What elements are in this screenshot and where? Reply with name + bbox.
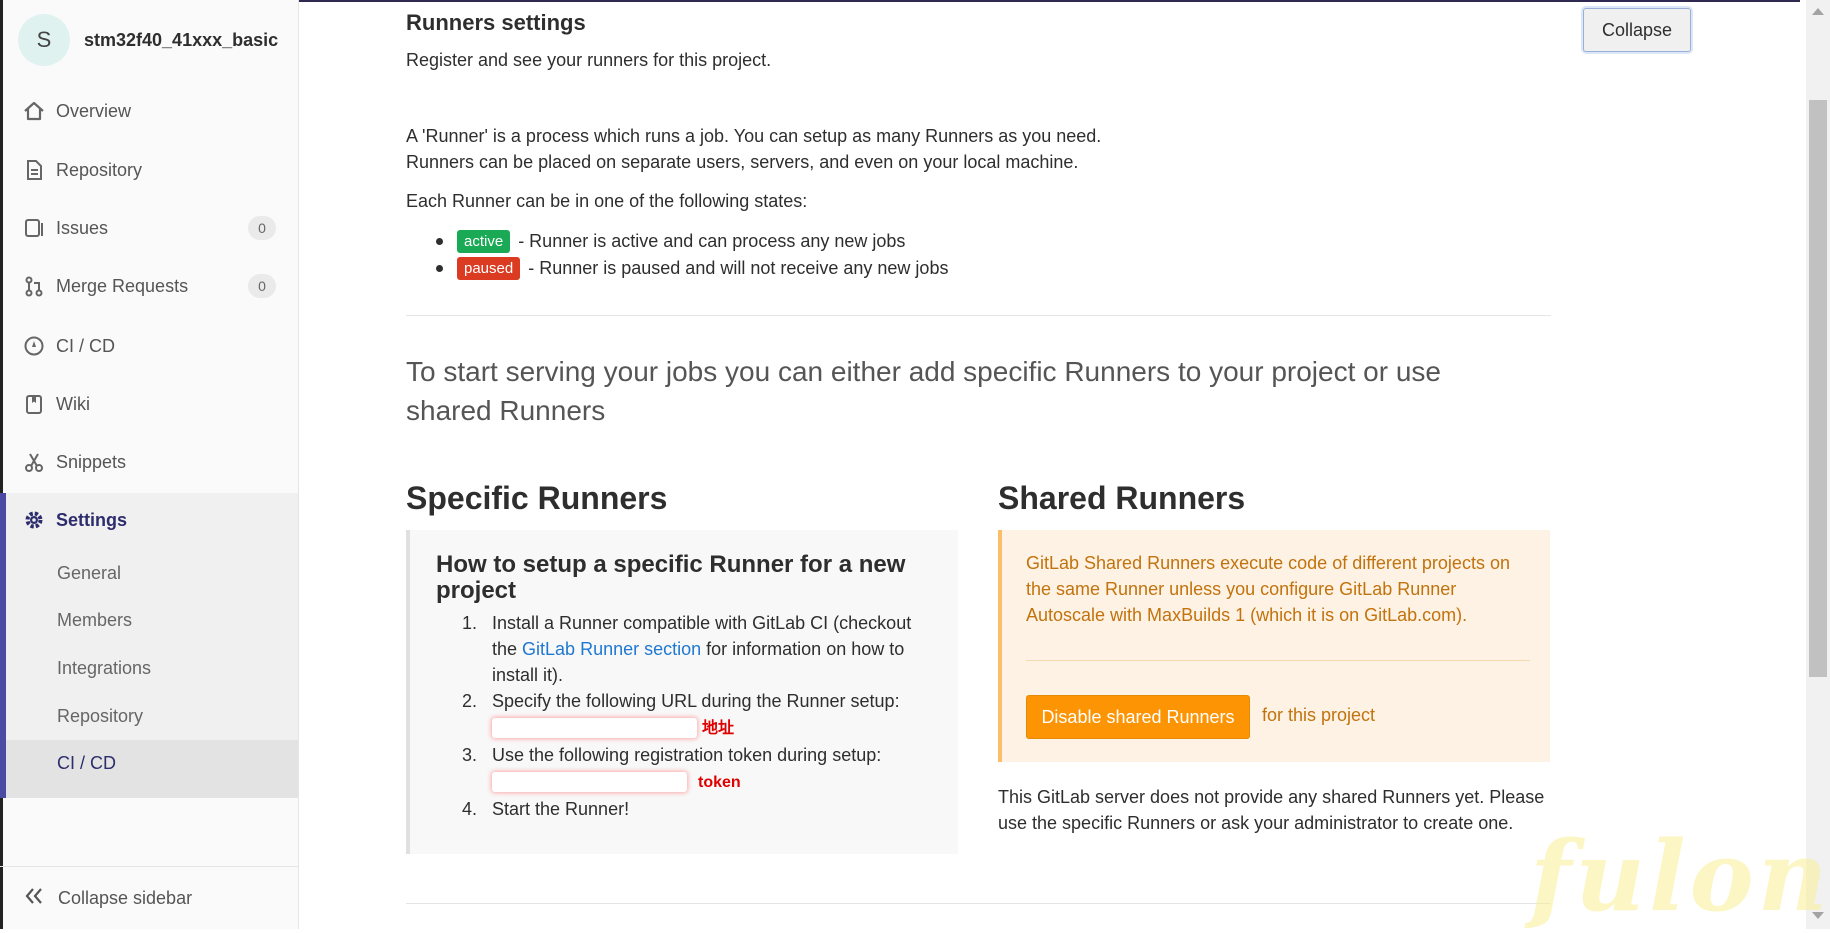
gitlab-runner-section-link[interactable]: GitLab Runner section <box>522 639 701 659</box>
section-title: Runners settings <box>406 10 586 35</box>
shared-runners-warning-box: GitLab Shared Runners execute code of di… <box>998 530 1550 762</box>
sidebar-item-label: CI / CD <box>56 335 116 356</box>
issues-count-badge: 0 <box>248 216 276 240</box>
doc-icon <box>22 158 46 182</box>
states-intro: Each Runner can be in one of the followi… <box>406 191 808 211</box>
specific-runner-setup-box: How to setup a specific Runner for a new… <box>406 530 958 854</box>
sidebar-item-wiki[interactable]: Wiki <box>0 380 298 428</box>
project-header[interactable]: S stm32f40_41xxx_basic <box>18 14 278 66</box>
scissors-icon <box>22 450 46 474</box>
collapse-sidebar-button[interactable]: Collapse sidebar <box>0 866 298 930</box>
redacted-url <box>492 718 697 739</box>
settings-sub-repository[interactable]: Repository <box>57 706 143 727</box>
watermark: fulong <box>1530 820 1830 933</box>
sidebar-item-label: Merge Requests <box>56 275 189 296</box>
sidebar-item-snippets[interactable]: Snippets <box>0 438 298 486</box>
disable-shared-runners-button[interactable]: Disable shared Runners <box>1026 695 1250 739</box>
sidebar-item-label: Snippets <box>56 451 127 472</box>
sidebar-item-merge-requests[interactable]: Merge Requests 0 <box>0 262 298 310</box>
intro-line-2: Runners can be placed on separate users,… <box>406 152 1079 172</box>
sidebar-item-label: Wiki <box>56 393 90 414</box>
settings-sub-general[interactable]: General <box>57 563 121 584</box>
intro-line-1: A 'Runner' is a process which runs a job… <box>406 126 1102 146</box>
state-description: - Runner is active and can process any n… <box>518 231 906 251</box>
sidebar-item-settings[interactable]: Settings <box>0 496 298 544</box>
collapse-button[interactable]: Collapse <box>1583 8 1691 52</box>
list-item: 4. Start the Runner! <box>462 799 630 819</box>
url-annotation: 地址 <box>702 720 735 737</box>
sidebar-item-label: Repository <box>56 159 143 180</box>
runner-states-list: active - Runner is active and can proces… <box>436 228 948 282</box>
status-badge-paused: paused <box>457 257 521 280</box>
status-badge-active: active <box>457 230 511 253</box>
home-icon <box>22 99 46 123</box>
scrollbar-thumb[interactable] <box>1809 100 1827 677</box>
list-item: 3. Use the following registration token … <box>462 745 882 793</box>
setup-steps: 1. Install a Runner compatible with GitL… <box>462 610 922 822</box>
bullet <box>436 238 443 245</box>
shared-runners-title: Shared Runners <box>998 480 1246 516</box>
divider <box>406 315 1551 316</box>
step-text: Specify the following URL during the Run… <box>492 691 900 711</box>
active-subitem-highlight <box>6 740 298 798</box>
step-text: Use the following registration token dur… <box>492 745 882 765</box>
project-avatar[interactable]: S <box>18 14 70 66</box>
shared-runners-warning: GitLab Shared Runners execute code of di… <box>1026 553 1510 625</box>
list-item: active - Runner is active and can proces… <box>436 228 948 255</box>
settings-sub-ci-cd[interactable]: CI / CD <box>57 753 116 774</box>
merge-request-icon <box>22 274 46 298</box>
sidebar-item-repository[interactable]: Repository <box>0 146 298 194</box>
state-description: - Runner is paused and will not receive … <box>528 258 949 278</box>
specific-runners-title: Specific Runners <box>406 480 668 516</box>
settings-sub-integrations[interactable]: Integrations <box>57 658 151 679</box>
lead-text: To start serving your jobs you can eithe… <box>406 356 1441 426</box>
double-chevron-left-icon <box>24 887 46 910</box>
redacted-token <box>492 772 687 793</box>
merge-requests-count-badge: 0 <box>248 274 276 298</box>
for-this-project-text: for this project <box>1262 705 1376 725</box>
sidebar-item-label: Settings <box>56 509 128 530</box>
project-name[interactable]: stm32f40_41xxx_basic <box>84 30 278 51</box>
issues-icon <box>22 216 46 240</box>
settings-sub-members[interactable]: Members <box>57 610 132 631</box>
rocket-icon <box>22 334 46 358</box>
list-item: 1. Install a Runner compatible with GitL… <box>462 613 912 685</box>
list-item: paused - Runner is paused and will not r… <box>436 255 948 282</box>
section-description: Register and see your runners for this p… <box>406 50 772 70</box>
collapse-sidebar-label: Collapse sidebar <box>58 888 193 908</box>
shared-runners-note: This GitLab server does not provide any … <box>998 787 1545 833</box>
gear-icon <box>22 508 46 532</box>
scroll-up-arrow-icon[interactable] <box>1812 8 1824 15</box>
divider <box>406 903 1551 904</box>
bullet <box>436 265 443 272</box>
sidebar-item-overview[interactable]: Overview <box>0 87 298 135</box>
list-item: 2. Specify the following URL during the … <box>462 691 900 739</box>
token-annotation: token <box>698 774 741 791</box>
book-icon <box>22 392 46 416</box>
setup-box-title: How to setup a specific Runner for a new… <box>436 551 906 604</box>
sidebar-item-issues[interactable]: Issues 0 <box>0 204 298 252</box>
step-text: Start the Runner! <box>492 799 630 819</box>
sidebar-item-label: Issues <box>56 217 109 238</box>
sidebar: S stm32f40_41xxx_basic Overview Reposito… <box>0 0 299 929</box>
sidebar-item-label: Overview <box>56 100 132 121</box>
sidebar-item-ci-cd[interactable]: CI / CD <box>0 322 298 370</box>
divider <box>1026 660 1530 661</box>
